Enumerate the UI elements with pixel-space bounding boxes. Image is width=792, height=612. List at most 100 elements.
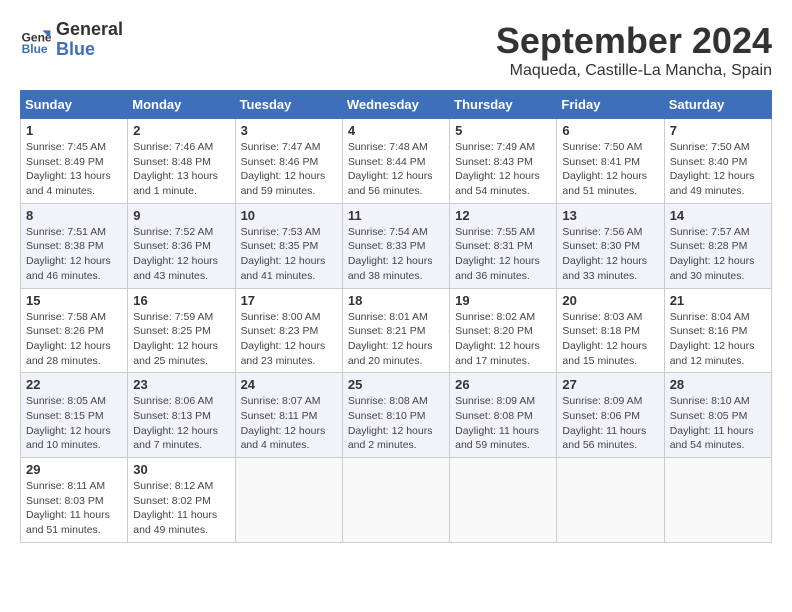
column-header-tuesday: Tuesday — [235, 91, 342, 119]
calendar-cell: 11Sunrise: 7:54 AMSunset: 8:33 PMDayligh… — [342, 203, 449, 288]
calendar-week-1: 1 Sunrise: 7:45 AMSunset: 8:49 PMDaylight… — [21, 119, 772, 204]
calendar-cell — [235, 458, 342, 543]
day-number: 24 — [241, 377, 337, 392]
day-detail: Sunrise: 7:55 AMSunset: 8:31 PMDaylight:… — [455, 225, 551, 284]
day-detail: Sunrise: 7:48 AMSunset: 8:44 PMDaylight:… — [348, 140, 444, 199]
calendar-cell — [342, 458, 449, 543]
day-number: 26 — [455, 377, 551, 392]
day-number: 4 — [348, 123, 444, 138]
day-detail: Sunrise: 8:06 AMSunset: 8:13 PMDaylight:… — [133, 394, 229, 453]
logo: General Blue General Blue — [20, 20, 123, 60]
day-number: 2 — [133, 123, 229, 138]
day-number: 25 — [348, 377, 444, 392]
calendar-cell: 19 Sunrise: 8:02 AMSunset: 8:20 PMDayligh… — [450, 288, 557, 373]
day-detail: Sunrise: 8:03 AMSunset: 8:18 PMDaylight:… — [562, 310, 658, 369]
day-detail: Sunrise: 7:56 AMSunset: 8:30 PMDaylight:… — [562, 225, 658, 284]
day-detail: Sunrise: 7:46 AMSunset: 8:48 PMDaylight:… — [133, 140, 229, 199]
calendar-cell: 1 Sunrise: 7:45 AMSunset: 8:49 PMDaylight… — [21, 119, 128, 204]
day-detail: Sunrise: 7:45 AMSunset: 8:49 PMDaylight:… — [26, 140, 122, 199]
calendar-cell — [664, 458, 771, 543]
calendar-cell: 30 Sunrise: 8:12 AMSunset: 8:02 PMDayligh… — [128, 458, 235, 543]
calendar-cell: 16 Sunrise: 7:59 AMSunset: 8:25 PMDayligh… — [128, 288, 235, 373]
day-number: 27 — [562, 377, 658, 392]
column-header-sunday: Sunday — [21, 91, 128, 119]
calendar-cell: 22 Sunrise: 8:05 AMSunset: 8:15 PMDayligh… — [21, 373, 128, 458]
day-detail: Sunrise: 7:57 AMSunset: 8:28 PMDaylight:… — [670, 225, 766, 284]
calendar-cell: 28 Sunrise: 8:10 AMSunset: 8:05 PMDayligh… — [664, 373, 771, 458]
calendar-cell: 5Sunrise: 7:49 AMSunset: 8:43 PMDaylight… — [450, 119, 557, 204]
day-detail: Sunrise: 8:00 AMSunset: 8:23 PMDaylight:… — [241, 310, 337, 369]
column-header-wednesday: Wednesday — [342, 91, 449, 119]
calendar-week-4: 22 Sunrise: 8:05 AMSunset: 8:15 PMDayligh… — [21, 373, 772, 458]
month-title: September 2024 — [496, 20, 772, 62]
calendar-cell: 9 Sunrise: 7:52 AMSunset: 8:36 PMDaylight… — [128, 203, 235, 288]
calendar-cell: 29Sunrise: 8:11 AMSunset: 8:03 PMDayligh… — [21, 458, 128, 543]
day-number: 14 — [670, 208, 766, 223]
day-number: 12 — [455, 208, 551, 223]
day-number: 10 — [241, 208, 337, 223]
day-number: 18 — [348, 293, 444, 308]
day-number: 3 — [241, 123, 337, 138]
calendar-table: SundayMondayTuesdayWednesdayThursdayFrid… — [20, 90, 772, 543]
column-header-thursday: Thursday — [450, 91, 557, 119]
day-number: 8 — [26, 208, 122, 223]
day-number: 30 — [133, 462, 229, 477]
day-detail: Sunrise: 8:07 AMSunset: 8:11 PMDaylight:… — [241, 394, 337, 453]
day-number: 28 — [670, 377, 766, 392]
svg-text:Blue: Blue — [22, 42, 48, 56]
location-title: Maqueda, Castille-La Mancha, Spain — [496, 62, 772, 80]
calendar-cell: 15Sunrise: 7:58 AMSunset: 8:26 PMDayligh… — [21, 288, 128, 373]
day-number: 9 — [133, 208, 229, 223]
day-detail: Sunrise: 7:50 AMSunset: 8:40 PMDaylight:… — [670, 140, 766, 199]
calendar-week-2: 8 Sunrise: 7:51 AMSunset: 8:38 PMDaylight… — [21, 203, 772, 288]
day-detail: Sunrise: 8:08 AMSunset: 8:10 PMDaylight:… — [348, 394, 444, 453]
logo-text: General Blue — [56, 20, 123, 60]
day-detail: Sunrise: 8:09 AMSunset: 8:08 PMDaylight:… — [455, 394, 551, 453]
calendar-cell: 12 Sunrise: 7:55 AMSunset: 8:31 PMDayligh… — [450, 203, 557, 288]
day-detail: Sunrise: 7:58 AMSunset: 8:26 PMDaylight:… — [26, 310, 122, 369]
calendar-cell: 26 Sunrise: 8:09 AMSunset: 8:08 PMDayligh… — [450, 373, 557, 458]
day-detail: Sunrise: 8:02 AMSunset: 8:20 PMDaylight:… — [455, 310, 551, 369]
day-detail: Sunrise: 8:12 AMSunset: 8:02 PMDaylight:… — [133, 479, 229, 538]
column-header-monday: Monday — [128, 91, 235, 119]
day-detail: Sunrise: 7:51 AMSunset: 8:38 PMDaylight:… — [26, 225, 122, 284]
calendar-cell: 18 Sunrise: 8:01 AMSunset: 8:21 PMDayligh… — [342, 288, 449, 373]
day-detail: Sunrise: 7:52 AMSunset: 8:36 PMDaylight:… — [133, 225, 229, 284]
calendar-week-5: 29Sunrise: 8:11 AMSunset: 8:03 PMDayligh… — [21, 458, 772, 543]
logo-icon: General Blue — [20, 24, 52, 56]
calendar-cell: 10 Sunrise: 7:53 AMSunset: 8:35 PMDayligh… — [235, 203, 342, 288]
day-number: 21 — [670, 293, 766, 308]
calendar-cell: 4 Sunrise: 7:48 AMSunset: 8:44 PMDaylight… — [342, 119, 449, 204]
day-number: 22 — [26, 377, 122, 392]
calendar-cell — [557, 458, 664, 543]
day-number: 17 — [241, 293, 337, 308]
column-header-saturday: Saturday — [664, 91, 771, 119]
calendar-cell: 14 Sunrise: 7:57 AMSunset: 8:28 PMDayligh… — [664, 203, 771, 288]
day-number: 6 — [562, 123, 658, 138]
calendar-cell: 2 Sunrise: 7:46 AMSunset: 8:48 PMDaylight… — [128, 119, 235, 204]
day-number: 16 — [133, 293, 229, 308]
calendar-cell: 17 Sunrise: 8:00 AMSunset: 8:23 PMDayligh… — [235, 288, 342, 373]
calendar-week-3: 15Sunrise: 7:58 AMSunset: 8:26 PMDayligh… — [21, 288, 772, 373]
calendar-cell: 3 Sunrise: 7:47 AMSunset: 8:46 PMDaylight… — [235, 119, 342, 204]
day-detail: Sunrise: 8:05 AMSunset: 8:15 PMDaylight:… — [26, 394, 122, 453]
day-detail: Sunrise: 8:01 AMSunset: 8:21 PMDaylight:… — [348, 310, 444, 369]
day-detail: Sunrise: 8:10 AMSunset: 8:05 PMDaylight:… — [670, 394, 766, 453]
calendar-cell: 6Sunrise: 7:50 AMSunset: 8:41 PMDaylight… — [557, 119, 664, 204]
day-detail: Sunrise: 7:49 AMSunset: 8:43 PMDaylight:… — [455, 140, 551, 199]
calendar-cell: 25 Sunrise: 8:08 AMSunset: 8:10 PMDayligh… — [342, 373, 449, 458]
day-number: 11 — [348, 208, 444, 223]
day-detail: Sunrise: 7:53 AMSunset: 8:35 PMDaylight:… — [241, 225, 337, 284]
day-number: 1 — [26, 123, 122, 138]
day-number: 7 — [670, 123, 766, 138]
calendar-cell — [450, 458, 557, 543]
logo-line2: Blue — [56, 40, 123, 60]
day-detail: Sunrise: 7:47 AMSunset: 8:46 PMDaylight:… — [241, 140, 337, 199]
day-number: 20 — [562, 293, 658, 308]
title-block: September 2024 Maqueda, Castille-La Manc… — [496, 20, 772, 80]
calendar-cell: 13Sunrise: 7:56 AMSunset: 8:30 PMDayligh… — [557, 203, 664, 288]
day-number: 29 — [26, 462, 122, 477]
day-number: 19 — [455, 293, 551, 308]
calendar-cell: 27Sunrise: 8:09 AMSunset: 8:06 PMDayligh… — [557, 373, 664, 458]
day-detail: Sunrise: 7:59 AMSunset: 8:25 PMDaylight:… — [133, 310, 229, 369]
